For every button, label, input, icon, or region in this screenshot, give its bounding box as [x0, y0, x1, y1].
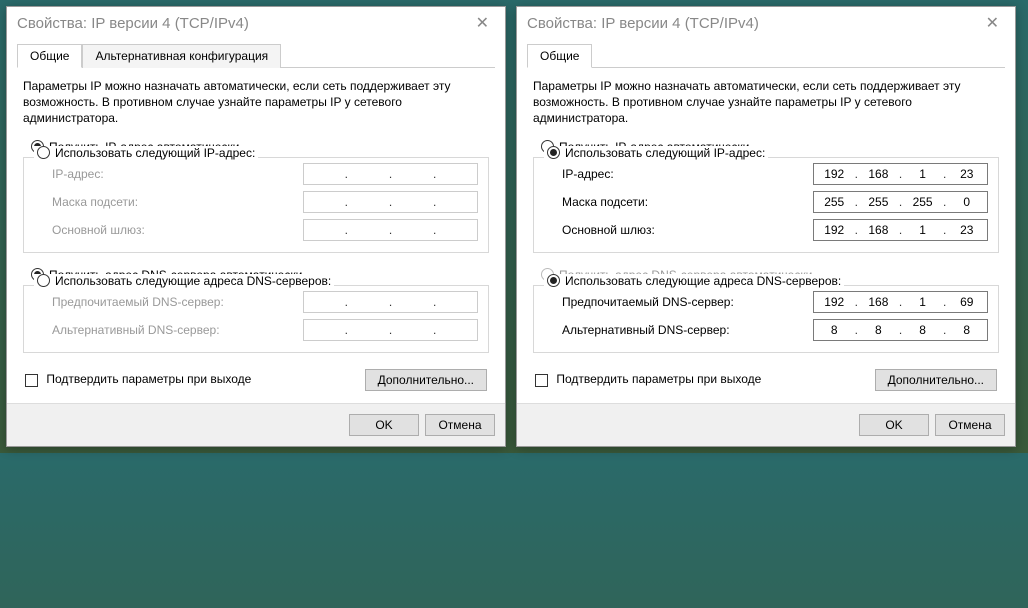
titlebar: Свойства: IP версии 4 (TCP/IPv4) ✕ [517, 7, 1015, 37]
radio-dns-manual-row[interactable]: Использовать следующие адреса DNS-сервер… [34, 274, 334, 288]
dns-group: Использовать следующие адреса DNS-сервер… [23, 285, 489, 353]
description-text: Параметры IP можно назначать автоматичес… [527, 78, 1005, 135]
radio-dns-manual[interactable] [547, 274, 560, 287]
gateway-label: Основной шлюз: [562, 223, 655, 237]
window-title: Свойства: IP версии 4 (TCP/IPv4) [17, 15, 249, 32]
dns-alt-row: Альтернативный DNS-сервер: . . . [34, 316, 478, 344]
bottom-row: Подтвердить параметры при выходе Дополни… [17, 363, 495, 393]
dialog-footer: OK Отмена [7, 403, 505, 446]
close-icon[interactable]: ✕ [980, 13, 1005, 33]
ip-group: Использовать следующий IP-адрес: IP-адре… [533, 157, 999, 253]
dns-pref-row: Предпочитаемый DNS-сервер: 192. 168. 1. … [544, 288, 988, 316]
tab-alternative[interactable]: Альтернативная конфигурация [82, 44, 281, 68]
subnet-mask-label: Маска подсети: [52, 195, 138, 209]
confirm-label: Подтвердить параметры при выходе [46, 372, 251, 386]
subnet-mask-row: Маска подсети: . . . [34, 188, 478, 216]
dns-alt-label: Альтернативный DNS-сервер: [562, 323, 730, 337]
dns-alt-label: Альтернативный DNS-сервер: [52, 323, 220, 337]
advanced-button[interactable]: Дополнительно... [875, 369, 997, 391]
titlebar: Свойства: IP версии 4 (TCP/IPv4) ✕ [7, 7, 505, 37]
ip-address-row: IP-адрес: . . . [34, 160, 478, 188]
gateway-label: Основной шлюз: [52, 223, 145, 237]
radio-ip-manual-row[interactable]: Использовать следующий IP-адрес: [544, 146, 768, 160]
ip-group: Использовать следующий IP-адрес: IP-адре… [23, 157, 489, 253]
gateway-row: Основной шлюз: 192. 168. 1. 23 [544, 216, 988, 244]
dns-alt-input[interactable]: 8. 8. 8. 8 [813, 319, 988, 341]
radio-dns-manual-label: Использовать следующие адреса DNS-сервер… [565, 274, 841, 288]
dns-pref-label: Предпочитаемый DNS-сервер: [562, 295, 734, 309]
gateway-input[interactable]: 192. 168. 1. 23 [813, 219, 988, 241]
tabstrip: Общие [527, 43, 1005, 68]
confirm-checkbox[interactable] [25, 374, 38, 387]
confirm-on-exit[interactable]: Подтвердить параметры при выходе [25, 372, 251, 386]
confirm-label: Подтвердить параметры при выходе [556, 372, 761, 386]
radio-ip-manual-row[interactable]: Использовать следующий IP-адрес: [34, 146, 258, 160]
dns-pref-label: Предпочитаемый DNS-сервер: [52, 295, 224, 309]
radio-ip-manual-label: Использовать следующий IP-адрес: [55, 146, 255, 160]
ip-address-input: . . . [303, 163, 478, 185]
advanced-button[interactable]: Дополнительно... [365, 369, 487, 391]
window-title: Свойства: IP версии 4 (TCP/IPv4) [527, 15, 759, 32]
subnet-mask-label: Маска подсети: [562, 195, 648, 209]
dns-group: Использовать следующие адреса DNS-сервер… [533, 285, 999, 353]
tabstrip: Общие Альтернативная конфигурация [17, 43, 495, 68]
subnet-mask-input: . . . [303, 191, 478, 213]
dns-pref-input: . . . [303, 291, 478, 313]
description-text: Параметры IP можно назначать автоматичес… [17, 78, 495, 135]
confirm-checkbox[interactable] [535, 374, 548, 387]
gateway-input: . . . [303, 219, 478, 241]
bottom-row: Подтвердить параметры при выходе Дополни… [527, 363, 1005, 393]
ip-address-row: IP-адрес: 192. 168. 1. 23 [544, 160, 988, 188]
dns-alt-row: Альтернативный DNS-сервер: 8. 8. 8. 8 [544, 316, 988, 344]
dns-pref-input[interactable]: 192. 168. 1. 69 [813, 291, 988, 313]
ok-button[interactable]: OK [859, 414, 929, 436]
dialog-footer: OK Отмена [517, 403, 1015, 446]
tab-general[interactable]: Общие [527, 44, 592, 68]
dialog-right: Свойства: IP версии 4 (TCP/IPv4) ✕ Общие… [516, 6, 1016, 447]
radio-dns-manual-label: Использовать следующие адреса DNS-сервер… [55, 274, 331, 288]
radio-ip-manual[interactable] [547, 146, 560, 159]
radio-ip-manual[interactable] [37, 146, 50, 159]
tab-general[interactable]: Общие [17, 44, 82, 68]
dialog-left: Свойства: IP версии 4 (TCP/IPv4) ✕ Общие… [6, 6, 506, 447]
radio-dns-manual-row[interactable]: Использовать следующие адреса DNS-сервер… [544, 274, 844, 288]
close-icon[interactable]: ✕ [470, 13, 495, 33]
ip-address-label: IP-адрес: [562, 167, 614, 181]
radio-dns-manual[interactable] [37, 274, 50, 287]
cancel-button[interactable]: Отмена [425, 414, 495, 436]
ip-address-label: IP-адрес: [52, 167, 104, 181]
subnet-mask-input[interactable]: 255. 255. 255. 0 [813, 191, 988, 213]
cancel-button[interactable]: Отмена [935, 414, 1005, 436]
radio-ip-manual-label: Использовать следующий IP-адрес: [565, 146, 765, 160]
gateway-row: Основной шлюз: . . . [34, 216, 478, 244]
ok-button[interactable]: OK [349, 414, 419, 436]
dns-alt-input: . . . [303, 319, 478, 341]
ip-address-input[interactable]: 192. 168. 1. 23 [813, 163, 988, 185]
subnet-mask-row: Маска подсети: 255. 255. 255. 0 [544, 188, 988, 216]
confirm-on-exit[interactable]: Подтвердить параметры при выходе [535, 372, 761, 386]
dns-pref-row: Предпочитаемый DNS-сервер: . . . [34, 288, 478, 316]
